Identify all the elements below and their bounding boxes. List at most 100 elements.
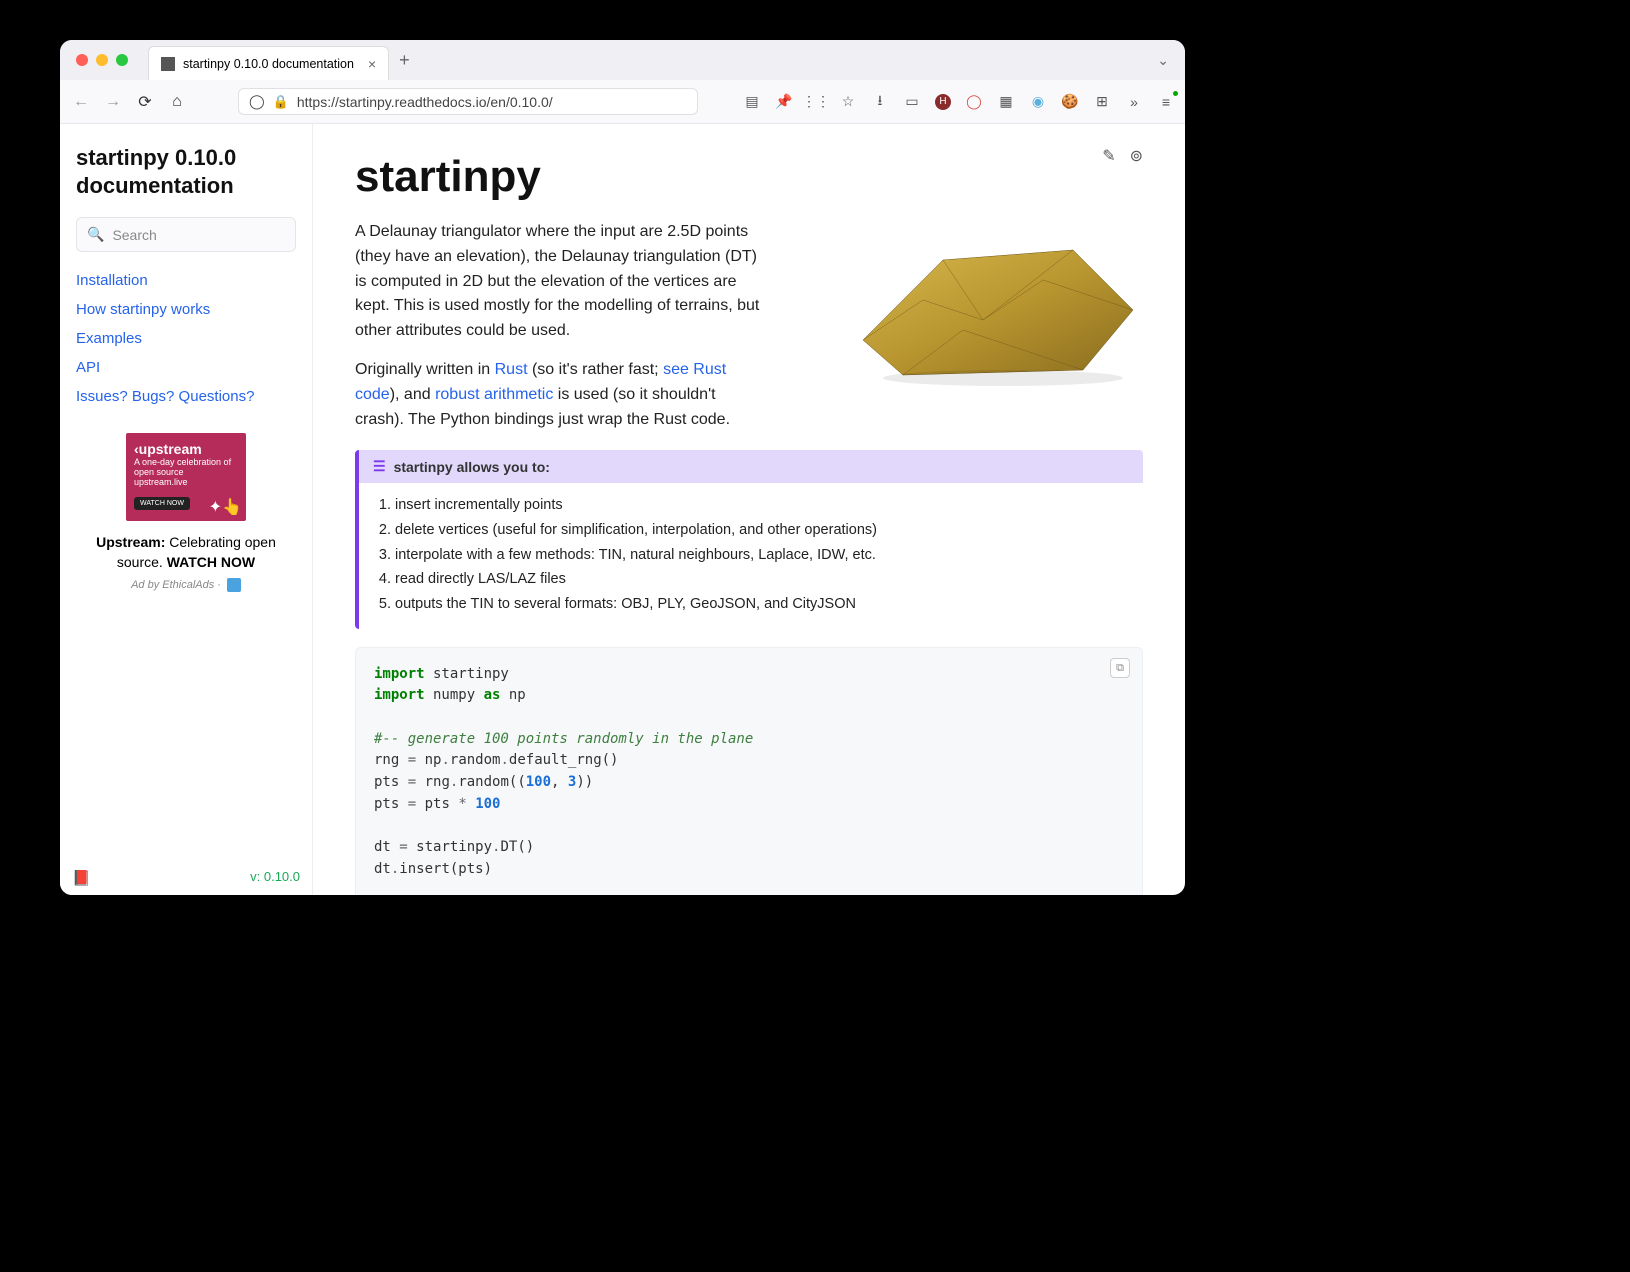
extensions-icon[interactable]: ⊞ bbox=[1093, 93, 1111, 111]
tok: default_rng() bbox=[509, 752, 619, 768]
search-input[interactable]: 🔍 Search bbox=[76, 217, 296, 252]
page-title: startinpy bbox=[355, 152, 1143, 202]
list-icon: ☰ bbox=[373, 458, 386, 475]
intro2-mid2: ), and bbox=[390, 386, 435, 403]
ad-banner[interactable]: ‹upstream A one-day celebration of open … bbox=[126, 433, 246, 521]
tok: random bbox=[450, 752, 501, 768]
tok: . bbox=[500, 752, 508, 768]
tok: DT() bbox=[500, 839, 534, 855]
tok bbox=[467, 796, 475, 812]
tab-title: startinpy 0.10.0 documentation bbox=[183, 57, 354, 71]
lock-icon: 🔒 bbox=[273, 94, 289, 110]
back-button[interactable]: ← bbox=[70, 93, 92, 111]
pin-icon[interactable]: 📌 bbox=[775, 93, 793, 111]
tok: np bbox=[416, 752, 441, 768]
maximize-window-button[interactable] bbox=[116, 54, 128, 66]
feature-item: read directly LAS/LAZ files bbox=[395, 567, 1129, 592]
copy-code-button[interactable]: ⧉ bbox=[1110, 658, 1130, 678]
url-text: https://startinpy.readthedocs.io/en/0.10… bbox=[297, 94, 553, 110]
hero-terrain-image bbox=[843, 220, 1143, 390]
site-title[interactable]: startinpy 0.10.0 documentation bbox=[76, 144, 296, 199]
tok: np bbox=[500, 687, 525, 703]
reload-button[interactable]: ⟳ bbox=[134, 92, 156, 112]
tabs-overflow-button[interactable]: ⌄ bbox=[1157, 52, 1175, 69]
page-content: startinpy 0.10.0 documentation 🔍 Search … bbox=[60, 124, 1185, 895]
tok: pts bbox=[416, 796, 458, 812]
intro2-pre: Originally written in bbox=[355, 361, 495, 378]
nav-issues[interactable]: Issues? Bugs? Questions? bbox=[76, 388, 296, 405]
ext-grid-icon[interactable]: ▦ bbox=[997, 93, 1015, 111]
tab-close-button[interactable]: × bbox=[368, 56, 376, 72]
feature-list: insert incrementally points delete verti… bbox=[359, 483, 1143, 628]
tok: insert(pts) bbox=[399, 861, 492, 877]
ad-caption: Upstream: Celebrating open source. WATCH… bbox=[76, 533, 296, 572]
ad-cta-button[interactable]: WATCH NOW bbox=[134, 497, 190, 510]
ext-h-icon[interactable]: H bbox=[935, 94, 951, 110]
tok: dt bbox=[374, 861, 391, 877]
tok: import bbox=[374, 666, 425, 682]
tok: rng bbox=[416, 774, 450, 790]
nav-installation[interactable]: Installation bbox=[76, 272, 296, 289]
address-bar[interactable]: ◯ 🔒 https://startinpy.readthedocs.io/en/… bbox=[238, 88, 698, 115]
reader-mode-icon[interactable]: ▤ bbox=[743, 93, 761, 111]
ad-site: upstream.live bbox=[134, 477, 238, 487]
tok: pts bbox=[374, 774, 408, 790]
ad-caption-bold2: WATCH NOW bbox=[167, 554, 255, 570]
ext-cookie-icon[interactable]: 🍪 bbox=[1061, 93, 1079, 111]
download-icon[interactable]: ⭳ bbox=[871, 93, 889, 111]
tok: numpy bbox=[425, 687, 484, 703]
tok: random(( bbox=[458, 774, 525, 790]
tok: import bbox=[374, 687, 425, 703]
nav-how-it-works[interactable]: How startinpy works bbox=[76, 301, 296, 318]
version-selector[interactable]: v: 0.10.0 bbox=[250, 869, 300, 887]
close-window-button[interactable] bbox=[76, 54, 88, 66]
browser-tab[interactable]: startinpy 0.10.0 documentation × bbox=[148, 46, 389, 80]
docs-sidebar: startinpy 0.10.0 documentation 🔍 Search … bbox=[60, 124, 313, 895]
ad-decor-icon: ✦👆 bbox=[209, 497, 242, 517]
nav-api[interactable]: API bbox=[76, 359, 296, 376]
nav-examples[interactable]: Examples bbox=[76, 330, 296, 347]
view-source-icon[interactable]: ⊚ bbox=[1130, 146, 1143, 166]
tok: startinpy bbox=[425, 666, 509, 682]
ad-brand: ‹upstream bbox=[134, 441, 238, 457]
apps-icon[interactable]: ⋮⋮ bbox=[807, 93, 825, 111]
tok: rng bbox=[374, 752, 408, 768]
intro2-mid1: (so it's rather fast; bbox=[528, 361, 664, 378]
ad-tagline: A one-day celebration of open source bbox=[134, 457, 238, 477]
feature-item: outputs the TIN to several formats: OBJ,… bbox=[395, 592, 1129, 617]
feature-item: insert incrementally points bbox=[395, 493, 1129, 518]
feature-item: delete vertices (useful for simplificati… bbox=[395, 518, 1129, 543]
minimize-window-button[interactable] bbox=[96, 54, 108, 66]
article-main: ✎ ⊚ startinpy A Delaunay triangulator wh… bbox=[313, 124, 1185, 895]
tok: = bbox=[408, 752, 416, 768]
ad-byline: Ad by EthicalAds · bbox=[131, 579, 221, 591]
tok: . bbox=[441, 752, 449, 768]
link-robust-arithmetic[interactable]: robust arithmetic bbox=[435, 386, 553, 403]
browser-window: startinpy 0.10.0 documentation × + ⌄ ← →… bbox=[60, 40, 1185, 895]
bookmark-star-icon[interactable]: ☆ bbox=[839, 93, 857, 111]
tok: startinpy bbox=[408, 839, 492, 855]
tracking-shield-icon: ◯ bbox=[249, 93, 265, 110]
article-actions: ✎ ⊚ bbox=[1102, 146, 1143, 166]
overflow-icon[interactable]: » bbox=[1125, 93, 1143, 111]
forward-button[interactable]: → bbox=[102, 93, 124, 111]
home-button[interactable]: ⌂ bbox=[166, 93, 188, 111]
tok: )) bbox=[576, 774, 593, 790]
intro-paragraph-1: A Delaunay triangulator where the input … bbox=[355, 220, 765, 344]
ext-o-icon[interactable]: ◯ bbox=[965, 93, 983, 111]
tok: 100 bbox=[475, 796, 500, 812]
edit-page-icon[interactable]: ✎ bbox=[1102, 146, 1115, 166]
search-icon: 🔍 bbox=[87, 226, 104, 243]
rtd-book-icon[interactable]: 📕 bbox=[72, 869, 91, 887]
ad-caption-bold1: Upstream: bbox=[96, 534, 165, 550]
info-icon[interactable] bbox=[227, 578, 241, 592]
tok: 100 bbox=[526, 774, 551, 790]
library-icon[interactable]: ▭ bbox=[903, 93, 921, 111]
menu-button[interactable]: ≡ bbox=[1157, 93, 1175, 111]
new-tab-button[interactable]: + bbox=[399, 50, 410, 71]
link-rust[interactable]: Rust bbox=[495, 361, 528, 378]
ad-attribution[interactable]: Ad by EthicalAds · bbox=[131, 578, 241, 592]
ext-eye-icon[interactable]: ◉ bbox=[1029, 93, 1047, 111]
tok: pts bbox=[374, 796, 408, 812]
sponsor-ad[interactable]: ‹upstream A one-day celebration of open … bbox=[76, 433, 296, 592]
